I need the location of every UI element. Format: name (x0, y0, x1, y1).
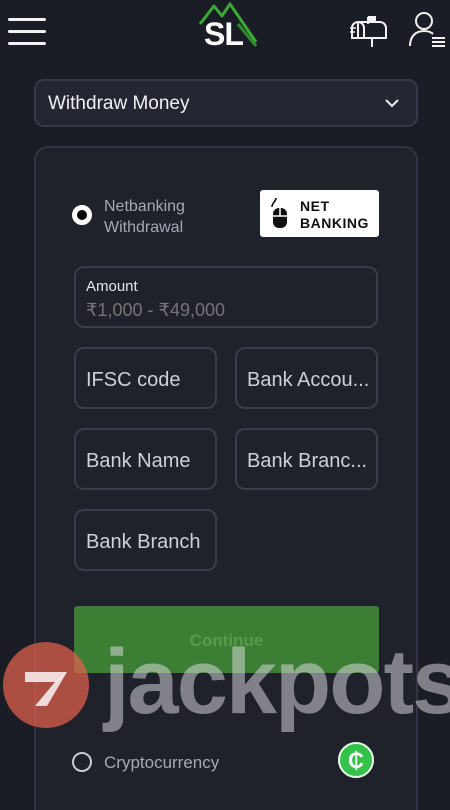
amount-input[interactable] (86, 300, 366, 321)
chevron-down-icon (385, 99, 399, 108)
continue-label: Continue (189, 631, 264, 650)
cryptocurrency-label[interactable]: Cryptocurrency (104, 752, 219, 773)
netbanking-label-line2: Withdrawal (104, 219, 184, 236)
site-logo[interactable]: SL (198, 2, 258, 56)
netbanking-label-line1: Netbanking (104, 198, 185, 215)
mailbox-icon[interactable] (350, 14, 388, 48)
bank-name-placeholder: Bank Name (86, 450, 191, 472)
bank-branch-field-2[interactable]: Bank Branc... (235, 428, 378, 490)
mouse-icon (271, 197, 287, 228)
netbanking-badge-line2: BANKING (300, 215, 369, 231)
logo-text: SL (204, 16, 244, 52)
bank-name-field[interactable]: Bank Name (74, 428, 217, 490)
bank-branch-field[interactable]: Bank Branch (74, 509, 217, 571)
bank-account-field[interactable]: Bank Accou... (235, 347, 378, 409)
bank-branch-placeholder-2: Bank Branc... (247, 450, 368, 472)
ifsc-code-placeholder: IFSC code (86, 369, 181, 391)
netbanking-badge-line1: NET (300, 198, 330, 214)
user-menu-icon[interactable] (408, 10, 446, 50)
withdraw-type-value: Withdraw Money (48, 93, 190, 114)
menu-icon[interactable] (8, 18, 48, 46)
bank-branch-placeholder: Bank Branch (86, 531, 201, 553)
withdraw-type-select[interactable]: Withdraw Money (34, 79, 418, 127)
netbanking-badge: NET BANKING (260, 190, 379, 237)
amount-label: Amount (86, 278, 138, 295)
netbanking-badge-text: NET BANKING (300, 198, 369, 232)
cryptocurrency-radio[interactable] (72, 752, 92, 772)
ifsc-code-field[interactable]: IFSC code (74, 347, 217, 409)
top-bar: SL (0, 0, 450, 62)
netbanking-label[interactable]: Netbanking Withdrawal (104, 196, 185, 238)
bank-account-placeholder: Bank Accou... (247, 369, 370, 391)
cryptocurrency-glyph: ₵ (348, 748, 364, 773)
amount-field[interactable]: Amount (74, 266, 378, 328)
cryptocurrency-icon: ₵ (338, 742, 374, 778)
continue-button[interactable]: Continue (74, 606, 379, 673)
netbanking-radio[interactable] (72, 205, 92, 225)
